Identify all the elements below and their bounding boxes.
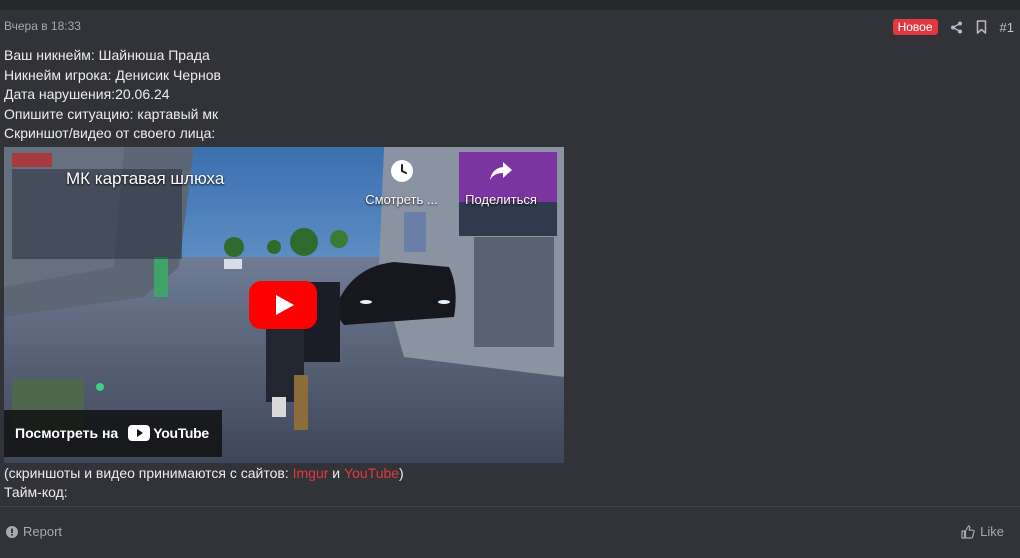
bookmark-icon[interactable]	[975, 20, 989, 34]
play-button[interactable]	[249, 280, 317, 329]
player-line: Никнейм игрока: Денисик Чернов	[4, 66, 221, 83]
accepted-sites-note: (скриншоты и видео принимаются с сайтов:…	[4, 464, 1014, 484]
post-date[interactable]: Вчера в 18:33	[4, 19, 81, 33]
clock-icon	[390, 159, 413, 182]
share-arrow-icon	[490, 161, 512, 180]
share-label: Поделиться	[465, 191, 537, 207]
like-button[interactable]: Like	[961, 524, 1004, 539]
youtube-logo-icon	[128, 425, 151, 441]
violation-date-line: Дата нарушения:20.06.24	[4, 86, 170, 102]
imgur-link[interactable]: Imgur	[293, 465, 329, 481]
nickname-line: Ваш никнейм: Шайнюша Прада	[4, 47, 210, 63]
timecode-line: Тайм-код:	[4, 484, 68, 500]
screenshot-line: Скриншот/видео от своего лица:	[4, 125, 216, 141]
share-icon[interactable]	[950, 20, 964, 34]
report-label: Report	[23, 524, 63, 539]
post-footer: Report Like	[0, 506, 1020, 558]
youtube-embed[interactable]: МК картавая шлюха Смотреть ... Поделитьс…	[4, 146, 564, 463]
youtube-wordmark: YouTube	[153, 425, 209, 441]
note-suffix: )	[399, 464, 404, 481]
post-body: Ваш никнейм: Шайнюша Прада Никнейм игрок…	[4, 46, 1014, 503]
play-icon	[249, 280, 317, 329]
watch-later-label: Смотреть ...	[365, 191, 438, 207]
report-icon	[6, 525, 18, 538]
share-button[interactable]: Поделиться	[460, 159, 542, 207]
post-number[interactable]: #1	[1000, 20, 1014, 35]
youtube-link[interactable]: YouTube	[344, 465, 399, 481]
forum-post: Вчера в 18:33 Новое #1 Ваш никнейм: Шайн…	[0, 10, 1020, 558]
note-and: и	[328, 464, 345, 481]
watch-on-label: Посмотреть на	[15, 425, 119, 441]
post-actions: Новое #1	[892, 18, 1014, 36]
video-title[interactable]: МК картавая шлюха	[66, 169, 224, 189]
report-button[interactable]: Report	[6, 524, 62, 539]
thumbs-up-icon	[961, 524, 975, 539]
like-label: Like	[980, 524, 1004, 539]
post-header: Вчера в 18:33 Новое #1	[4, 18, 1014, 36]
watch-on-youtube-button[interactable]: Посмотреть на YouTube	[4, 409, 222, 457]
new-badge: Новое	[892, 19, 938, 35]
note-prefix: (скриншоты и видео принимаются с сайтов:	[4, 464, 293, 481]
watch-later-button[interactable]: Смотреть ...	[359, 159, 444, 207]
situation-line: Опишите ситуацию: картавый мк	[4, 105, 219, 122]
youtube-logo: YouTube	[128, 425, 209, 441]
top-bar	[0, 0, 1020, 10]
